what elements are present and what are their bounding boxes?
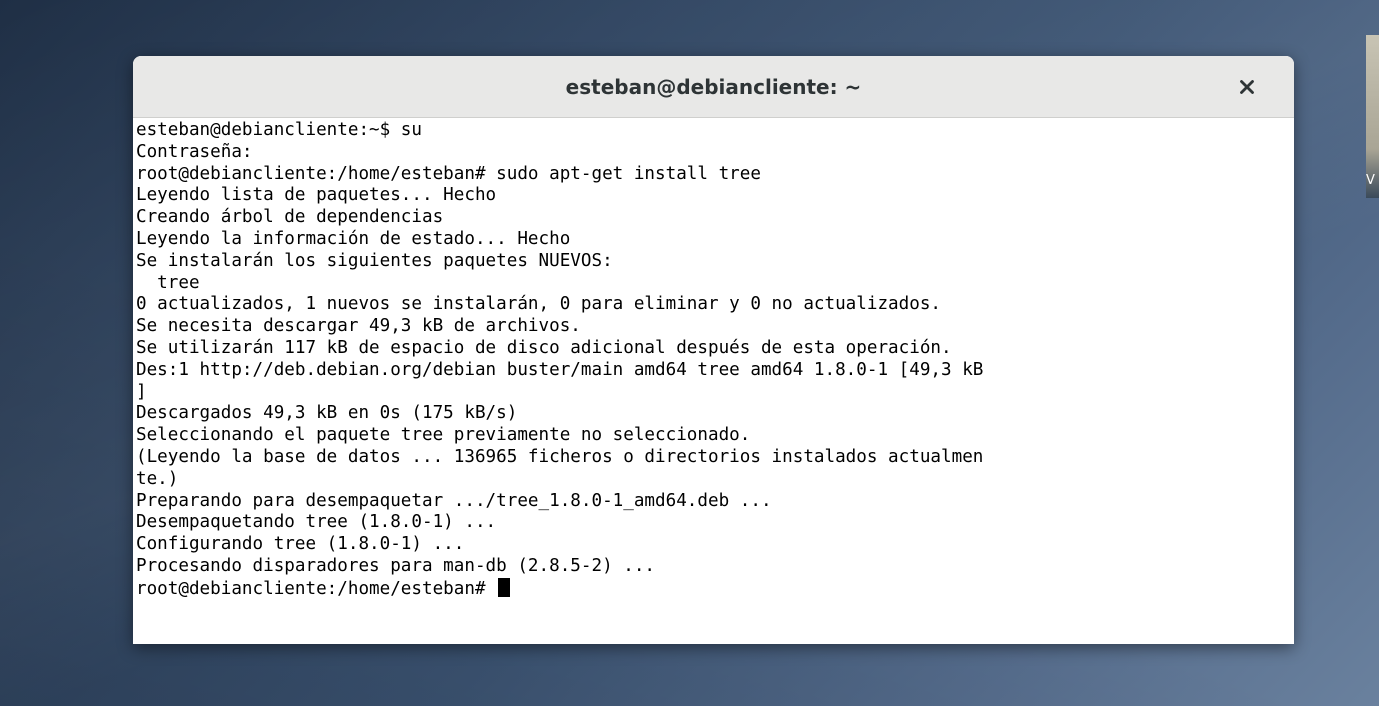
- terminal-line: Leyendo la información de estado... Hech…: [136, 228, 571, 249]
- terminal-line: Descargados 49,3 kB en 0s (175 kB/s): [136, 403, 518, 424]
- close-icon: [1240, 80, 1254, 94]
- terminal-prompt: root@debiancliente:/home/esteban#: [136, 578, 497, 599]
- terminal-line: Leyendo lista de paquetes... Hecho: [136, 185, 497, 206]
- window-titlebar[interactable]: esteban@debiancliente: ~: [133, 56, 1294, 118]
- terminal-line: Configurando tree (1.8.0-1) ...: [136, 534, 465, 555]
- side-thumbnail-label: V: [1366, 173, 1375, 188]
- terminal-line: tree: [136, 272, 200, 293]
- terminal-line: 0 actualizados, 1 nuevos se instalarán, …: [136, 294, 942, 315]
- terminal-line: Se necesita descargar 49,3 kB de archivo…: [136, 316, 581, 337]
- terminal-line: Se utilizarán 117 kB de espacio de disco…: [136, 337, 952, 358]
- terminal-line: Preparando para desempaquetar .../tree_1…: [136, 490, 772, 511]
- terminal-window[interactable]: esteban@debiancliente: ~ esteban@debianc…: [133, 56, 1294, 644]
- terminal-line: esteban@debiancliente:~$ su: [136, 120, 422, 140]
- terminal-line: te.): [136, 468, 179, 489]
- terminal-line: Creando árbol de dependencias: [136, 207, 444, 228]
- text-cursor: [498, 577, 511, 597]
- terminal-line: Desempaquetando tree (1.8.0-1) ...: [136, 512, 497, 533]
- terminal-prompt-line[interactable]: root@debiancliente:/home/esteban#: [136, 577, 1294, 600]
- terminal-line: Procesando disparadores para man-db (2.8…: [136, 555, 656, 576]
- terminal-line: Contraseña:: [136, 141, 253, 162]
- close-button[interactable]: [1234, 74, 1260, 100]
- terminal-output[interactable]: esteban@debiancliente:~$ su Contraseña: …: [133, 118, 1294, 644]
- terminal-line: ]: [136, 381, 147, 402]
- window-title: esteban@debiancliente: ~: [565, 75, 862, 99]
- side-window-thumbnail[interactable]: V: [1366, 35, 1379, 198]
- terminal-line: Des:1 http://deb.debian.org/debian buste…: [136, 359, 984, 380]
- terminal-line: (Leyendo la base de datos ... 136965 fic…: [136, 446, 984, 467]
- terminal-line: root@debiancliente:/home/esteban# sudo a…: [136, 163, 761, 184]
- terminal-line: Se instalarán los siguientes paquetes NU…: [136, 250, 613, 271]
- terminal-line: Seleccionando el paquete tree previament…: [136, 425, 751, 446]
